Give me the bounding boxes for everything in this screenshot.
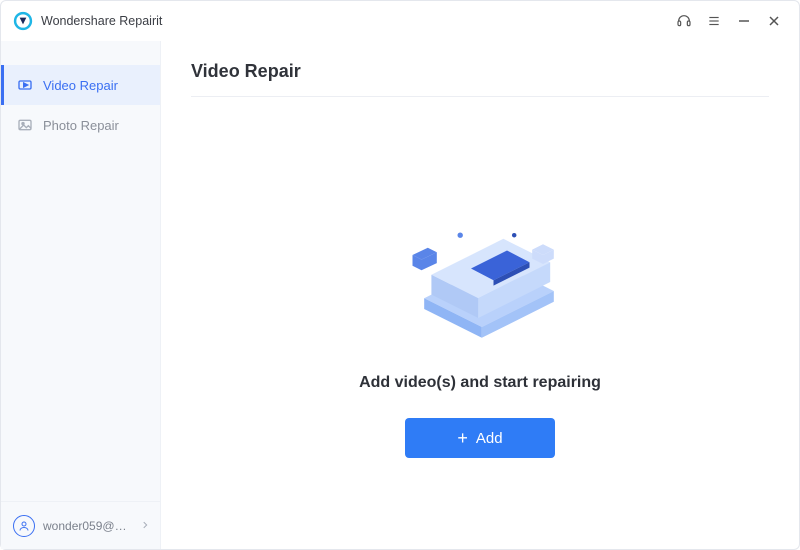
account-button[interactable]: wonder059@16...	[1, 501, 160, 549]
sidebar-item-label: Photo Repair	[43, 118, 119, 133]
page-title: Video Repair	[191, 61, 769, 97]
plus-icon: +	[457, 429, 468, 447]
sidebar: Video Repair Photo Repair	[1, 41, 161, 549]
app-title: Wondershare Repairit	[41, 14, 162, 28]
minimize-button[interactable]	[729, 6, 759, 36]
main-panel: Video Repair	[161, 41, 799, 549]
photo-repair-icon	[17, 117, 33, 133]
sidebar-item-photo-repair[interactable]: Photo Repair	[1, 105, 160, 145]
video-repair-icon	[17, 77, 33, 93]
empty-state: Add video(s) and start repairing + Add	[191, 97, 769, 519]
menu-icon[interactable]	[699, 6, 729, 36]
sidebar-item-label: Video Repair	[43, 78, 118, 93]
video-illustration-icon	[390, 198, 570, 348]
avatar-icon	[13, 515, 35, 537]
support-icon[interactable]	[669, 6, 699, 36]
app-logo-icon	[13, 11, 33, 31]
chevron-right-icon	[140, 519, 150, 533]
add-button[interactable]: + Add	[405, 418, 555, 458]
sidebar-item-video-repair[interactable]: Video Repair	[1, 65, 160, 105]
account-label: wonder059@16...	[43, 519, 132, 533]
add-button-label: Add	[476, 430, 503, 447]
titlebar: Wondershare Repairit	[1, 1, 799, 41]
empty-state-text: Add video(s) and start repairing	[359, 374, 601, 392]
app-window: Wondershare Repairit	[0, 0, 800, 550]
close-button[interactable]	[759, 6, 789, 36]
